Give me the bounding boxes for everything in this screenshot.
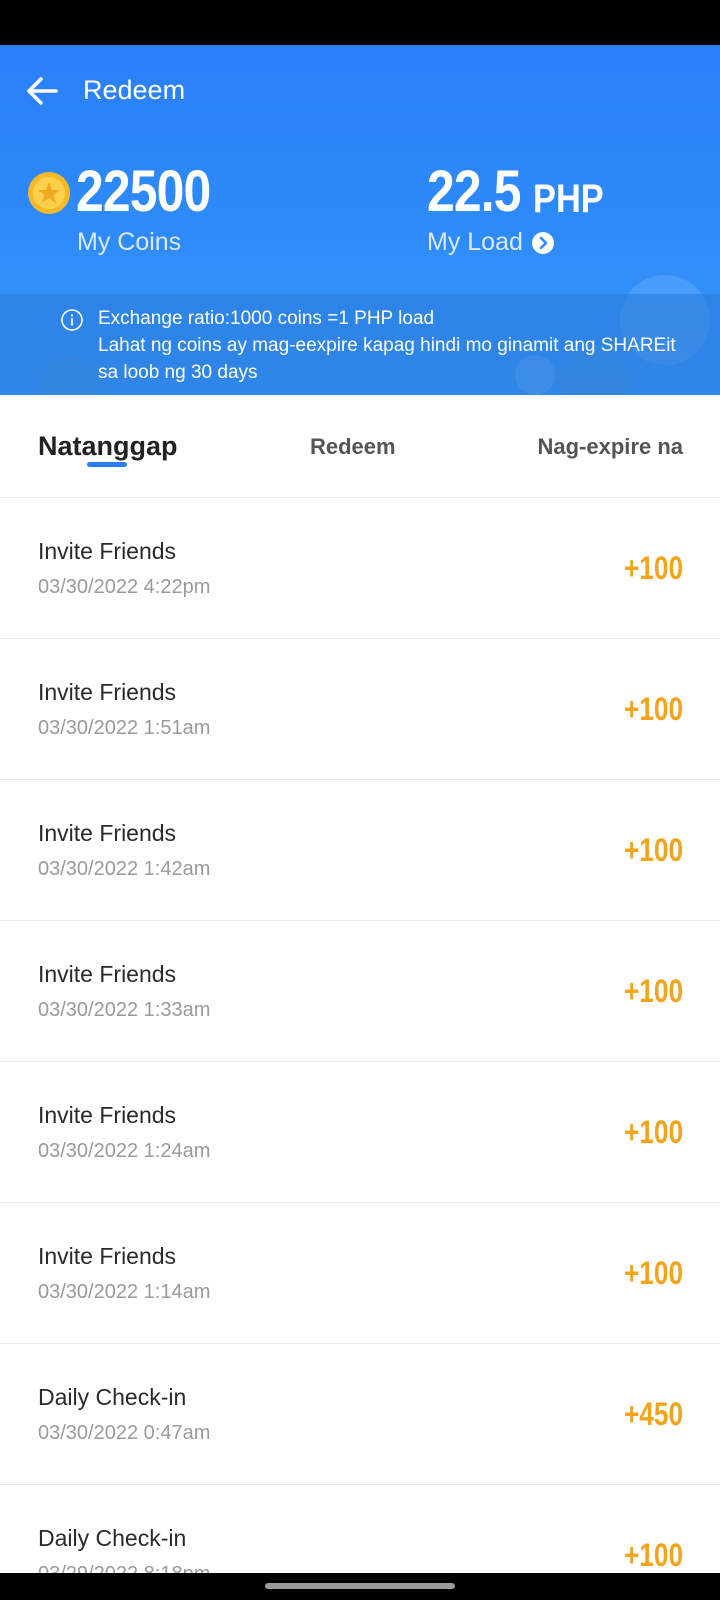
item-date: 03/30/2022 1:24am — [38, 1140, 211, 1162]
item-amount: +100 — [623, 1255, 683, 1291]
info-banner: Exchange ratio:1000 coins =1 PHP load La… — [0, 294, 720, 395]
back-button[interactable] — [22, 71, 62, 111]
list-item[interactable]: Invite Friends 03/30/2022 4:22pm +100 — [0, 498, 720, 639]
tab-label: Redeem — [310, 433, 396, 459]
item-title: Invite Friends — [38, 1243, 177, 1269]
item-title: Invite Friends — [38, 961, 177, 987]
info-icon — [61, 309, 83, 331]
item-date: 03/30/2022 1:42am — [38, 858, 211, 880]
item-title: Invite Friends — [38, 679, 177, 705]
tab-label: Natanggap — [38, 431, 178, 461]
list-item[interactable]: Daily Check-in 03/30/2022 0:47am +450 — [0, 1344, 720, 1485]
item-title: Invite Friends — [38, 538, 177, 564]
item-title: Invite Friends — [38, 1102, 177, 1128]
header: Redeem 22500 My Coins 22.5 PHP My Load E… — [0, 45, 720, 395]
item-date: 03/30/2022 1:51am — [38, 717, 211, 739]
item-amount: +100 — [623, 1537, 683, 1573]
item-amount: +100 — [623, 1114, 683, 1150]
tab-bar: Natanggap Redeem Nag-expire na — [0, 395, 720, 498]
coins-label: My Coins — [77, 228, 182, 256]
item-date: 03/30/2022 4:22pm — [38, 576, 211, 598]
page-title: Redeem — [83, 75, 186, 105]
item-title: Daily Check-in — [38, 1384, 187, 1410]
load-unit: PHP — [533, 177, 604, 221]
chevron-right-circle-icon — [531, 231, 554, 254]
home-gesture-handle[interactable] — [265, 1583, 455, 1589]
item-date: 03/30/2022 1:33am — [38, 999, 211, 1021]
coin-icon — [28, 172, 70, 214]
list-item[interactable]: Invite Friends 03/30/2022 1:33am +100 — [0, 921, 720, 1062]
transaction-list: Invite Friends 03/30/2022 4:22pm +100 In… — [0, 498, 720, 1600]
coins-balance: 22500 — [76, 159, 211, 224]
back-arrow-icon — [27, 77, 58, 105]
tab-label: Nag-expire na — [537, 433, 684, 459]
list-item[interactable]: Invite Friends 03/30/2022 1:14am +100 — [0, 1203, 720, 1344]
load-balance: 22.5 — [427, 159, 522, 224]
tab-nag-expire-na[interactable]: Nag-expire na — [538, 395, 684, 498]
item-date: 03/30/2022 0:47am — [38, 1422, 211, 1444]
item-amount: +450 — [623, 1396, 683, 1432]
list-item[interactable]: Invite Friends 03/30/2022 1:42am +100 — [0, 780, 720, 921]
item-amount: +100 — [623, 691, 683, 727]
my-load-link[interactable]: My Load — [427, 228, 555, 257]
item-title: Invite Friends — [38, 820, 177, 846]
tab-natanggap[interactable]: Natanggap — [38, 395, 178, 498]
exchange-ratio-text: Exchange ratio:1000 coins =1 PHP load — [98, 308, 435, 329]
item-amount: +100 — [623, 550, 683, 586]
expiry-notice-text: Lahat ng coins ay mag-eexpire kapag hind… — [98, 335, 676, 383]
load-label: My Load — [427, 228, 523, 256]
list-item[interactable]: Invite Friends 03/30/2022 1:51am +100 — [0, 639, 720, 780]
status-bar — [0, 0, 720, 45]
active-tab-indicator — [87, 462, 127, 467]
list-item[interactable]: Invite Friends 03/30/2022 1:24am +100 — [0, 1062, 720, 1203]
item-date: 03/30/2022 1:14am — [38, 1281, 211, 1303]
tab-redeem[interactable]: Redeem — [310, 395, 396, 498]
info-text: Exchange ratio:1000 coins =1 PHP load La… — [98, 305, 698, 386]
item-amount: +100 — [623, 832, 683, 868]
item-title: Daily Check-in — [38, 1525, 187, 1551]
system-nav-bar — [0, 1573, 720, 1600]
item-amount: +100 — [623, 973, 683, 1009]
